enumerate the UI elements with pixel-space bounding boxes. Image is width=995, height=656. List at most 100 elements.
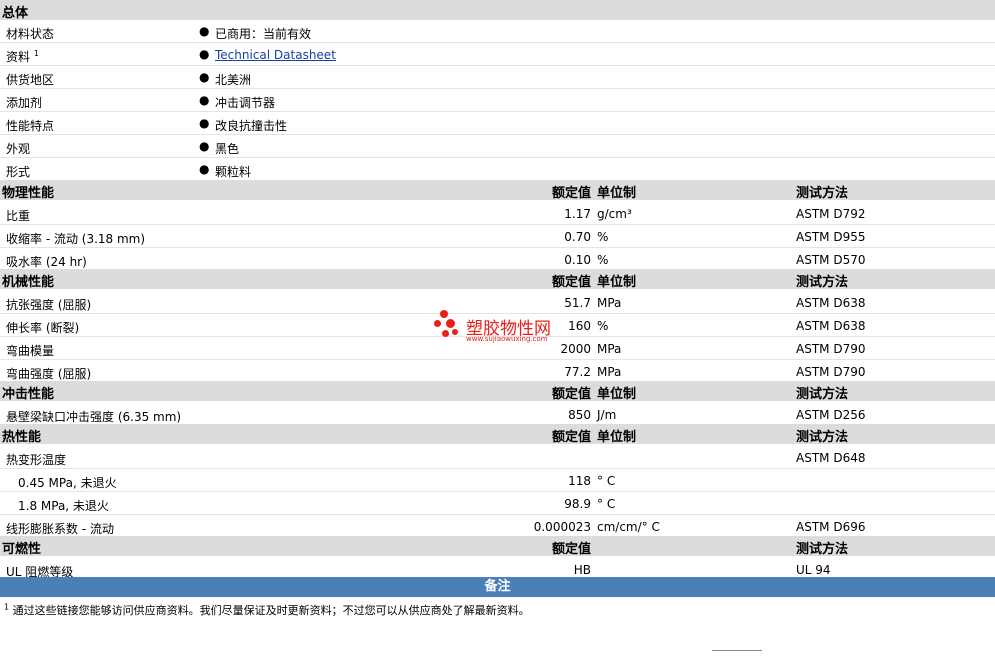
test-method: ASTM D648 bbox=[796, 451, 866, 465]
footnote-marker: 1 bbox=[33, 49, 39, 58]
bullet-icon: ● bbox=[199, 116, 210, 130]
property-value: 北美洲 bbox=[215, 73, 252, 87]
section-header-flammability: 可燃性 额定值 测试方法 bbox=[0, 536, 995, 557]
column-nominal: 额定值 bbox=[551, 430, 591, 445]
property-row: 热变形温度 ASTM D648 bbox=[0, 446, 995, 469]
property-row: 外观 ● 黑色 bbox=[0, 135, 995, 158]
column-nominal: 额定值 bbox=[551, 387, 591, 402]
property-value: 黑色 bbox=[215, 142, 240, 156]
property-label: 1.8 MPa, 未退火 bbox=[18, 499, 109, 513]
bullet-icon: ● bbox=[199, 162, 210, 176]
nominal-value: 0.000023 bbox=[533, 520, 591, 534]
property-value: 颗粒料 bbox=[215, 165, 252, 179]
test-method: ASTM D790 bbox=[796, 365, 866, 379]
nominal-value: 0.70 bbox=[564, 230, 591, 244]
column-nominal: 额定值 bbox=[551, 542, 591, 557]
unit-value: MPa bbox=[597, 342, 622, 356]
property-label: 吸水率 (24 hr) bbox=[6, 255, 87, 269]
watermark-url: www.sujiaowuxing.com bbox=[466, 335, 548, 343]
column-method: 测试方法 bbox=[796, 275, 849, 290]
nominal-value: 1.17 bbox=[564, 207, 591, 221]
test-method: UL 94 bbox=[796, 563, 831, 577]
unit-value: % bbox=[597, 253, 609, 267]
section-title: 热性能 bbox=[2, 430, 42, 445]
unit-value: % bbox=[597, 230, 609, 244]
section-title: 机械性能 bbox=[2, 275, 55, 290]
property-label: 外观 bbox=[6, 142, 31, 156]
nominal-value: HB bbox=[573, 563, 591, 577]
property-label: 悬壁梁缺口冲击强度 (6.35 mm) bbox=[6, 410, 182, 424]
property-row: 供货地区 ● 北美洲 bbox=[0, 66, 995, 89]
column-unit: 单位制 bbox=[597, 387, 637, 402]
column-unit: 单位制 bbox=[597, 275, 637, 290]
section-title: 冲击性能 bbox=[2, 387, 55, 402]
property-row: 弯曲强度 (屈服) 77.2 MPa ASTM D790 bbox=[0, 360, 995, 383]
test-method: ASTM D696 bbox=[796, 520, 866, 534]
bullet-icon: ● bbox=[199, 70, 210, 84]
property-label: 添加剂 bbox=[6, 96, 43, 110]
property-label: 线形膨胀系数 - 流动 bbox=[6, 522, 114, 536]
property-row: 抗张强度 (屈服) 51.7 MPa ASTM D638 bbox=[0, 291, 995, 314]
column-unit: 单位制 bbox=[597, 186, 637, 201]
property-row: 0.45 MPa, 未退火 118 ° C bbox=[0, 469, 995, 492]
test-method: ASTM D790 bbox=[796, 342, 866, 356]
bullet-icon: ● bbox=[199, 24, 210, 38]
property-value: 冲击调节器 bbox=[215, 96, 276, 110]
bullet-icon: ● bbox=[199, 139, 210, 153]
section-title: 物理性能 bbox=[2, 186, 55, 201]
section-header-mechanical: 机械性能 额定值 单位制 测试方法 bbox=[0, 269, 995, 290]
nominal-value: 160 bbox=[568, 319, 591, 333]
property-label: 收缩率 - 流动 (3.18 mm) bbox=[6, 232, 146, 246]
notes-header: 备注 bbox=[0, 577, 995, 597]
property-label: 材料状态 bbox=[6, 27, 55, 41]
section-header-general: 总体 bbox=[0, 0, 995, 21]
property-label: 伸长率 (断裂) bbox=[6, 321, 80, 335]
property-label: 性能特点 bbox=[6, 119, 55, 133]
footnote-text: 1 通过这些链接您能够访问供应商资料。我们尽量保证及时更新资料；不过您可以从供应… bbox=[4, 602, 530, 617]
datasheet-link[interactable]: Technical Datasheet bbox=[215, 48, 336, 62]
property-label: 0.45 MPa, 未退火 bbox=[18, 476, 117, 490]
footnote-marker: 1 bbox=[4, 602, 10, 612]
property-row: 比重 1.17 g/cm³ ASTM D792 bbox=[0, 202, 995, 225]
unit-value: ° C bbox=[597, 497, 616, 511]
section-title: 总体 bbox=[2, 6, 29, 21]
section-header-thermal: 热性能 额定值 单位制 测试方法 bbox=[0, 424, 995, 445]
property-label: 比重 bbox=[6, 209, 31, 223]
bullet-icon: ● bbox=[199, 93, 210, 107]
nominal-value: 0.10 bbox=[564, 253, 591, 267]
nominal-value: 2000 bbox=[560, 342, 591, 356]
property-label: 资料 1 bbox=[6, 49, 39, 64]
property-row: 性能特点 ● 改良抗撞击性 bbox=[0, 112, 995, 135]
property-label: 供货地区 bbox=[6, 73, 55, 87]
property-row: 悬壁梁缺口冲击强度 (6.35 mm) 850 J/m ASTM D256 bbox=[0, 403, 995, 426]
property-row: 1.8 MPa, 未退火 98.9 ° C bbox=[0, 492, 995, 515]
column-method: 测试方法 bbox=[796, 186, 849, 201]
nominal-value: 51.7 bbox=[564, 296, 591, 310]
column-method: 测试方法 bbox=[796, 387, 849, 402]
nominal-value: 118 bbox=[568, 474, 591, 488]
unit-value: MPa bbox=[597, 296, 622, 310]
test-method: ASTM D638 bbox=[796, 296, 866, 310]
property-row: 收缩率 - 流动 (3.18 mm) 0.70 % ASTM D955 bbox=[0, 225, 995, 248]
bullet-icon: ● bbox=[199, 47, 210, 61]
column-method: 测试方法 bbox=[796, 430, 849, 445]
unit-value: J/m bbox=[597, 408, 617, 422]
column-method: 测试方法 bbox=[796, 542, 849, 557]
divider bbox=[712, 650, 762, 656]
unit-value: g/cm³ bbox=[597, 207, 632, 221]
section-header-physical: 物理性能 额定值 单位制 测试方法 bbox=[0, 180, 995, 201]
column-unit: 单位制 bbox=[597, 430, 637, 445]
test-method: ASTM D256 bbox=[796, 408, 866, 422]
property-label: 弯曲模量 bbox=[6, 344, 55, 358]
section-title: 可燃性 bbox=[2, 542, 42, 557]
property-label: 热变形温度 bbox=[6, 453, 67, 467]
nominal-value: 98.9 bbox=[564, 497, 591, 511]
test-method: ASTM D792 bbox=[796, 207, 866, 221]
property-row: 添加剂 ● 冲击调节器 bbox=[0, 89, 995, 112]
property-row: 形式 ● 颗粒料 bbox=[0, 158, 995, 181]
property-label: 形式 bbox=[6, 165, 31, 179]
unit-value: ° C bbox=[597, 474, 616, 488]
nominal-value: 850 bbox=[568, 408, 591, 422]
section-header-impact: 冲击性能 额定值 单位制 测试方法 bbox=[0, 381, 995, 402]
test-method: ASTM D570 bbox=[796, 253, 866, 267]
